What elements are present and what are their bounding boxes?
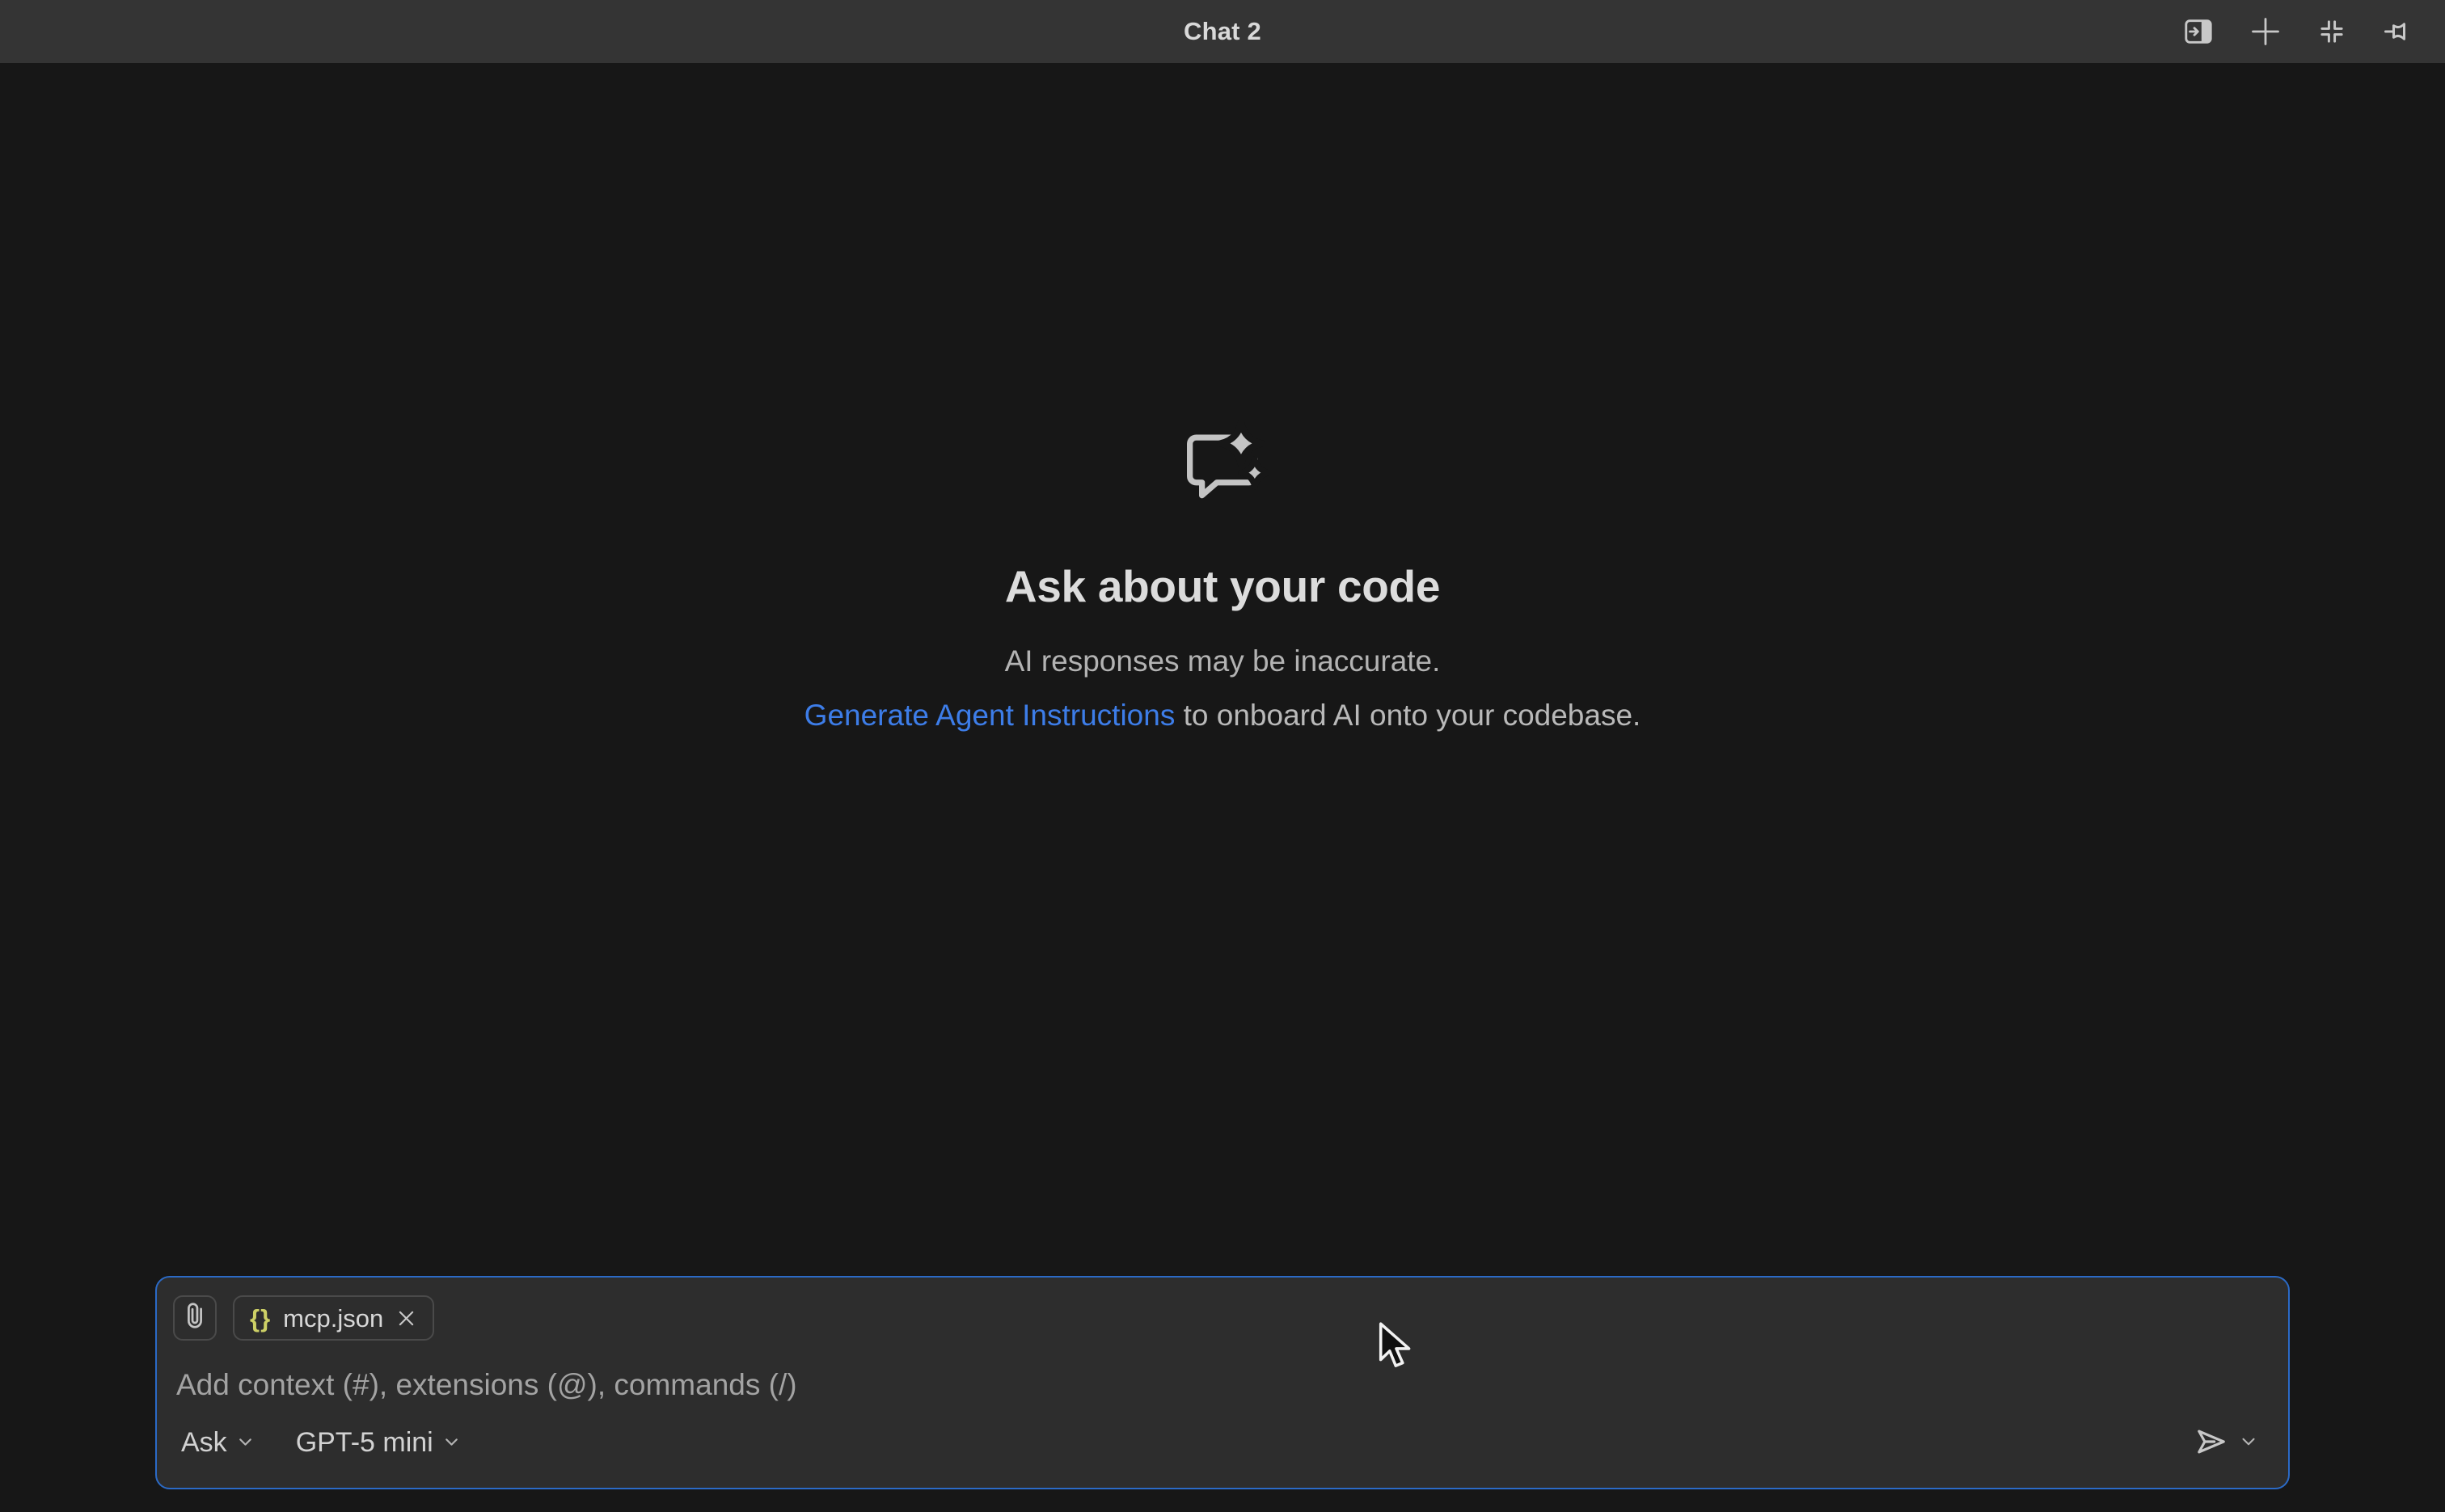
pin-icon <box>2382 15 2414 48</box>
attachment-chip-mcp-json[interactable]: {} mcp.json <box>233 1295 434 1341</box>
cta-line: Generate Agent Instructions to onboard A… <box>804 698 1641 733</box>
titlebar: Chat 2 <box>0 0 2445 63</box>
chat-input-placeholder: Add context (#), extensions (@), command… <box>176 1366 2270 1404</box>
paperclip-icon <box>181 1302 209 1335</box>
chevron-down-icon <box>235 1432 255 1455</box>
send-plane-icon <box>2194 1425 2228 1461</box>
chat-input[interactable]: Add context (#), extensions (@), command… <box>176 1366 2270 1404</box>
json-file-icon: {} <box>250 1306 271 1331</box>
attach-context-button[interactable] <box>173 1295 217 1341</box>
chevron-down-icon <box>441 1432 462 1455</box>
empty-state-heading: Ask about your code <box>1005 561 1440 611</box>
chevron-down-icon <box>2238 1431 2259 1455</box>
mouse-cursor <box>1377 1321 1413 1375</box>
chat-window: Chat 2 <box>0 0 2445 1512</box>
selectors-group: Ask GPT-5 mini <box>181 1427 462 1459</box>
titlebar-actions <box>2183 0 2414 63</box>
remove-attachment-button[interactable] <box>395 1307 417 1329</box>
attachments-row: {} mcp.json <box>173 1295 2270 1341</box>
mode-selector-dropdown[interactable]: Ask <box>181 1427 255 1459</box>
generate-agent-instructions-link[interactable]: Generate Agent Instructions <box>804 699 1176 732</box>
collapse-window-button[interactable] <box>2317 17 2346 46</box>
cta-suffix-text: to onboard AI onto your codebase. <box>1175 699 1641 732</box>
window-title: Chat 2 <box>1184 17 1261 46</box>
send-button[interactable] <box>2194 1425 2228 1461</box>
empty-state: Ask about your code AI responses may be … <box>0 418 2445 733</box>
send-options-button[interactable] <box>2238 1431 2259 1455</box>
attachment-label: mcp.json <box>283 1306 383 1331</box>
model-selector-dropdown[interactable]: GPT-5 mini <box>296 1427 462 1459</box>
model-selector-label: GPT-5 mini <box>296 1427 433 1459</box>
panel-arrow-right-icon <box>2183 16 2214 47</box>
chat-composer: {} mcp.json Add context (#), extensions … <box>155 1276 2290 1489</box>
ai-disclaimer-text: AI responses may be inaccurate. <box>1005 644 1441 679</box>
plus-icon <box>2249 15 2282 48</box>
composer-controls: Ask GPT-5 mini <box>173 1425 2270 1461</box>
open-chat-in-editor-button[interactable] <box>2183 16 2214 47</box>
chat-sparkle-icon <box>1176 418 1269 516</box>
send-group <box>2194 1425 2259 1461</box>
new-chat-button[interactable] <box>2249 15 2282 48</box>
pin-window-button[interactable] <box>2382 15 2414 48</box>
collapse-inward-icon <box>2317 17 2346 46</box>
mode-selector-label: Ask <box>181 1427 227 1459</box>
